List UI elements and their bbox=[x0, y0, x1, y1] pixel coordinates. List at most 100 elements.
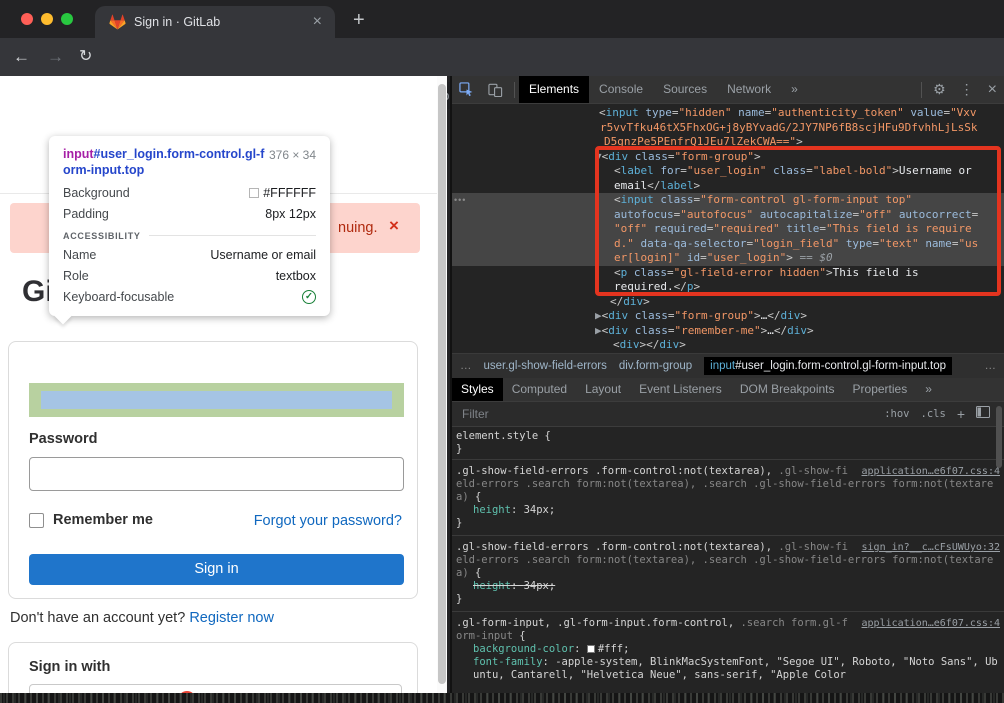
devtools-tab-console[interactable]: Console bbox=[589, 76, 653, 103]
tooltip-name-value: Username or email bbox=[210, 248, 316, 262]
tooltip-dimensions: 376 × 34 bbox=[269, 146, 316, 179]
sign-in-button[interactable]: Sign in bbox=[29, 554, 404, 585]
tooltip-role-value: textbox bbox=[276, 269, 316, 283]
element-style-rule[interactable]: element.style { } bbox=[452, 427, 1004, 456]
alert-close-icon[interactable]: × bbox=[389, 216, 399, 236]
tooltip-padding-label: Padding bbox=[63, 207, 109, 221]
dom-tree-line[interactable]: </div> bbox=[452, 295, 1004, 310]
stylesheet-source-link[interactable]: application…e6f07.css:4 bbox=[862, 617, 1000, 630]
tooltip-accessibility-section: ACCESSIBILITY bbox=[63, 231, 316, 241]
css-property[interactable]: height: 34px; bbox=[456, 504, 1000, 517]
browser-tab[interactable]: Sign in · GitLab × bbox=[95, 6, 335, 38]
css-property[interactable]: height: 34px; bbox=[456, 580, 1000, 593]
tooltip-selector: input#user_login.form-control.gl-form-in… bbox=[63, 146, 269, 179]
device-toolbar-icon[interactable] bbox=[481, 82, 510, 97]
forward-icon[interactable]: → bbox=[47, 47, 64, 67]
css-rule: application…e6f07.css:4.gl-form-input, .… bbox=[452, 615, 1004, 684]
titlebar: Sign in · GitLab × + bbox=[0, 0, 1004, 38]
styles-tab-styles[interactable]: Styles bbox=[452, 378, 503, 401]
new-style-rule-button[interactable]: + bbox=[957, 406, 965, 422]
register-now-link[interactable]: Register now bbox=[189, 610, 274, 626]
dom-tree-line[interactable]: <div></div> bbox=[452, 338, 1004, 353]
styles-tab-item-6[interactable]: » bbox=[916, 378, 941, 401]
styles-filter-input[interactable]: Filter bbox=[462, 407, 489, 421]
css-property[interactable]: background-color: #fff; bbox=[456, 643, 1000, 656]
page-scrollbar[interactable] bbox=[437, 76, 447, 693]
css-property[interactable]: font-family: -apple-system, BlinkMacSyst… bbox=[456, 656, 1000, 682]
remember-me-label: Remember me bbox=[53, 512, 153, 528]
styles-pane: element.style { } application…e6f07.css:… bbox=[452, 427, 1004, 693]
oauth-title: Sign in with bbox=[29, 659, 110, 675]
devtools-tab-sources[interactable]: Sources bbox=[653, 76, 717, 103]
new-tab-button[interactable]: + bbox=[347, 9, 371, 31]
page-scrollbar-thumb[interactable] bbox=[438, 84, 446, 684]
tooltip-focusable-label: Keyboard-focusable bbox=[63, 290, 174, 304]
devtools-tab-network[interactable]: Network bbox=[717, 76, 781, 103]
reload-icon[interactable]: ↻ bbox=[79, 47, 92, 67]
bottom-artifact-strip bbox=[0, 693, 1004, 703]
register-prompt: Don't have an account yet? Register now bbox=[10, 610, 274, 626]
username-input-highlight-padding[interactable] bbox=[29, 383, 404, 417]
styles-sidebar-tabs: StylesComputedLayoutEvent ListenersDOM B… bbox=[452, 378, 1004, 402]
styles-tab-dom-breakpoints[interactable]: DOM Breakpoints bbox=[731, 378, 844, 401]
oauth-card: Sign in with Google bbox=[8, 642, 418, 693]
styles-tab-layout[interactable]: Layout bbox=[576, 378, 630, 401]
dom-tree-line[interactable]: ▶<div class="remember-me">…</div> bbox=[452, 324, 1004, 339]
devtools-tab-item-4[interactable]: » bbox=[781, 76, 808, 103]
dom-tree-line[interactable]: r5vvTfku46tX5FhxOG+j8yBYvadG/2JY7NP6fB8s… bbox=[452, 121, 1004, 136]
styles-filter-bar: Filter :hov .cls + bbox=[452, 402, 1004, 427]
tab-title: Sign in · GitLab bbox=[134, 15, 308, 29]
tooltip-selector-tag: input bbox=[63, 147, 94, 161]
toolbar-separator bbox=[921, 82, 922, 98]
rule-close-brace: } bbox=[456, 517, 1000, 530]
styles-tab-properties[interactable]: Properties bbox=[844, 378, 917, 401]
tooltip-background-value: #FFFFFF bbox=[249, 186, 316, 200]
rule-divider bbox=[452, 611, 1004, 612]
tooltip-role-label: Role bbox=[63, 269, 89, 283]
styles-scrollbar-thumb[interactable] bbox=[996, 406, 1002, 468]
forgot-password-link[interactable]: Forgot your password? bbox=[254, 513, 402, 529]
css-rule: application…e6f07.css:4.gl-show-field-er… bbox=[452, 463, 1004, 532]
password-label: Password bbox=[29, 431, 98, 447]
annotation-highlight-box bbox=[595, 146, 1001, 296]
stylesheet-source-link[interactable]: sign_in?__c…cFsUWUyo:32 bbox=[862, 541, 1000, 554]
macos-close-button[interactable] bbox=[21, 13, 33, 25]
breadcrumb-overflow-left[interactable]: … bbox=[460, 360, 472, 372]
styles-tab-event-listeners[interactable]: Event Listeners bbox=[630, 378, 731, 401]
styles-tab-computed[interactable]: Computed bbox=[503, 378, 576, 401]
remember-me-checkbox[interactable] bbox=[29, 513, 44, 528]
register-text: Don't have an account yet? bbox=[10, 610, 189, 626]
color-swatch-icon[interactable] bbox=[587, 645, 595, 653]
google-signin-button[interactable]: Google bbox=[29, 684, 402, 693]
breadcrumb-active[interactable]: input#user_login.form-control.gl-form-in… bbox=[704, 357, 952, 375]
tab-close-icon[interactable]: × bbox=[308, 14, 327, 30]
alert-text-fragment: nuing. bbox=[338, 220, 378, 236]
breadcrumb-user-gl-show-field-errors[interactable]: user.gl-show-field-errors bbox=[484, 360, 607, 372]
dom-tree-line[interactable]: <input type="hidden" name="authenticity_… bbox=[452, 106, 1004, 121]
breadcrumb-overflow-right[interactable]: … bbox=[985, 360, 997, 372]
macos-minimize-button[interactable] bbox=[41, 13, 53, 25]
macos-zoom-button[interactable] bbox=[61, 13, 73, 25]
element-classes-toggle[interactable]: .cls bbox=[921, 408, 946, 420]
username-input-highlight-content bbox=[41, 391, 392, 409]
devtools-tab-elements[interactable]: Elements bbox=[519, 76, 589, 103]
signin-form-card: Password Remember me Forgot your passwor… bbox=[8, 341, 418, 599]
pseudo-state-toggle[interactable]: :hov bbox=[884, 408, 909, 420]
devtools-close-icon[interactable]: × bbox=[981, 81, 1004, 99]
rule-divider bbox=[452, 459, 1004, 460]
tooltip-padding-value: 8px 12px bbox=[265, 207, 316, 221]
dom-tree-line[interactable]: ▶<div class="form-group">…</div> bbox=[452, 309, 1004, 324]
password-field[interactable] bbox=[29, 457, 404, 491]
selected-row-gutter-dots: ••• bbox=[454, 195, 466, 205]
inspect-element-icon[interactable] bbox=[452, 82, 481, 97]
toolbar-separator bbox=[514, 82, 515, 98]
breadcrumb-div-form-group[interactable]: div.form-group bbox=[619, 360, 692, 372]
settings-gear-icon[interactable]: ⚙ bbox=[926, 81, 953, 98]
rule-divider bbox=[452, 535, 1004, 536]
tooltip-name-label: Name bbox=[63, 248, 96, 262]
back-icon[interactable]: ← bbox=[13, 47, 30, 67]
devtools-toolbar: ElementsConsoleSourcesNetwork» ⚙ ⋮ × bbox=[452, 76, 1004, 104]
devtools-menu-icon[interactable]: ⋮ bbox=[953, 81, 981, 98]
sidebar-panel-icon[interactable] bbox=[976, 405, 990, 423]
stylesheet-source-link[interactable]: application…e6f07.css:4 bbox=[862, 465, 1000, 478]
